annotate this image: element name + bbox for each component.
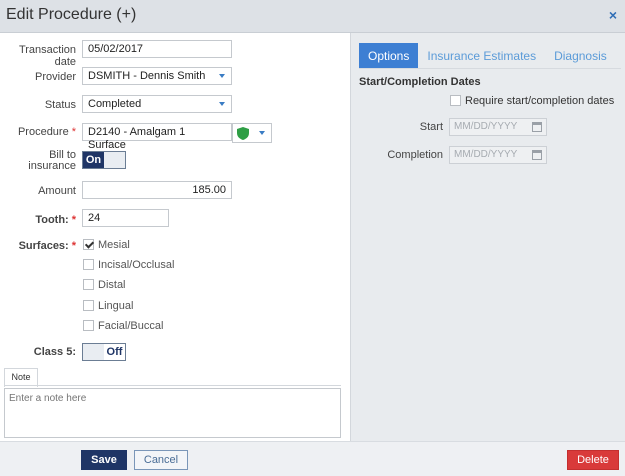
bill-to-insurance-toggle[interactable]: On [82, 151, 126, 169]
procedure-form: Transaction date 05/02/2017 Provider DSM… [0, 33, 350, 441]
amount-input[interactable]: 185.00 [82, 181, 232, 199]
tab-diagnosis[interactable]: Diagnosis [545, 43, 616, 69]
start-date-input[interactable]: MM/DD/YYYY [449, 118, 547, 136]
surface-mesial-label: Mesial [98, 239, 130, 251]
transaction-date-input[interactable]: 05/02/2017 [82, 40, 232, 58]
tab-insurance-estimates[interactable]: Insurance Estimates [418, 43, 545, 69]
status-select[interactable]: Completed [82, 95, 232, 113]
amount-label: Amount [38, 185, 76, 197]
save-button[interactable]: Save [81, 450, 127, 470]
status-label: Status [44, 99, 76, 111]
procedure-input[interactable]: D2140 - Amalgam 1 Surface [82, 123, 232, 151]
section-divider [359, 68, 621, 69]
cancel-button[interactable]: Cancel [134, 450, 188, 470]
tooth-input[interactable]: 24 [82, 209, 169, 227]
chevron-down-icon [219, 74, 225, 78]
surface-mesial-checkbox[interactable] [83, 239, 94, 250]
calendar-icon[interactable] [532, 122, 542, 132]
tooth-label: Tooth: * [35, 214, 76, 226]
completion-label: Completion [387, 149, 443, 161]
tab-options[interactable]: Options [359, 43, 419, 69]
class5-toggle[interactable]: Off [82, 343, 126, 361]
dialog-titlebar: Edit Procedure (+) × [0, 0, 625, 33]
calendar-icon[interactable] [532, 150, 542, 160]
provider-label: Provider [35, 71, 76, 83]
surface-distal-label: Distal [98, 279, 126, 291]
require-dates-label: Require start/completion dates [465, 95, 615, 107]
surface-lingual-label: Lingual [98, 300, 134, 312]
toggle-off-label: Off [104, 344, 125, 360]
section-title: Start/Completion Dates [359, 76, 481, 88]
start-label: Start [419, 121, 443, 133]
surface-facial-buccal-checkbox[interactable] [83, 320, 94, 331]
close-icon[interactable]: × [609, 7, 617, 23]
surface-distal-checkbox[interactable] [83, 279, 94, 290]
transaction-date-label: Transaction date [18, 44, 76, 68]
dialog-footer: Save Cancel Delete [0, 441, 625, 476]
options-panel: Options Insurance Estimates Diagnosis St… [350, 33, 625, 441]
surface-facial-buccal-label: Facial/Buccal [98, 320, 164, 332]
surface-incisal-occlusal-label: Incisal/Occlusal [98, 259, 175, 271]
class5-label: Class 5: [33, 346, 76, 358]
surface-incisal-occlusal-checkbox[interactable] [83, 259, 94, 270]
right-tabs: Options Insurance Estimates Diagnosis [359, 43, 616, 69]
dialog-title: Edit Procedure (+) [6, 6, 137, 23]
bill-to-insurance-label: Bill to insurance [28, 149, 76, 172]
toggle-on-label: On [83, 152, 104, 168]
procedure-label: Procedure * [17, 126, 76, 138]
note-textarea[interactable] [4, 388, 341, 438]
procedure-shield-dropdown[interactable] [232, 123, 272, 143]
surfaces-label: Surfaces: * [18, 240, 76, 252]
surface-lingual-checkbox[interactable] [83, 300, 94, 311]
require-dates-checkbox[interactable] [450, 95, 461, 106]
shield-icon [237, 127, 249, 140]
chevron-down-icon [259, 131, 265, 135]
provider-select[interactable]: DSMITH - Dennis Smith [82, 67, 232, 85]
status-value: Completed [88, 98, 142, 110]
delete-button[interactable]: Delete [567, 450, 619, 470]
completion-date-input[interactable]: MM/DD/YYYY [449, 146, 547, 164]
chevron-down-icon [219, 102, 225, 106]
note-divider [4, 385, 341, 386]
provider-value: DSMITH - Dennis Smith [88, 70, 206, 82]
